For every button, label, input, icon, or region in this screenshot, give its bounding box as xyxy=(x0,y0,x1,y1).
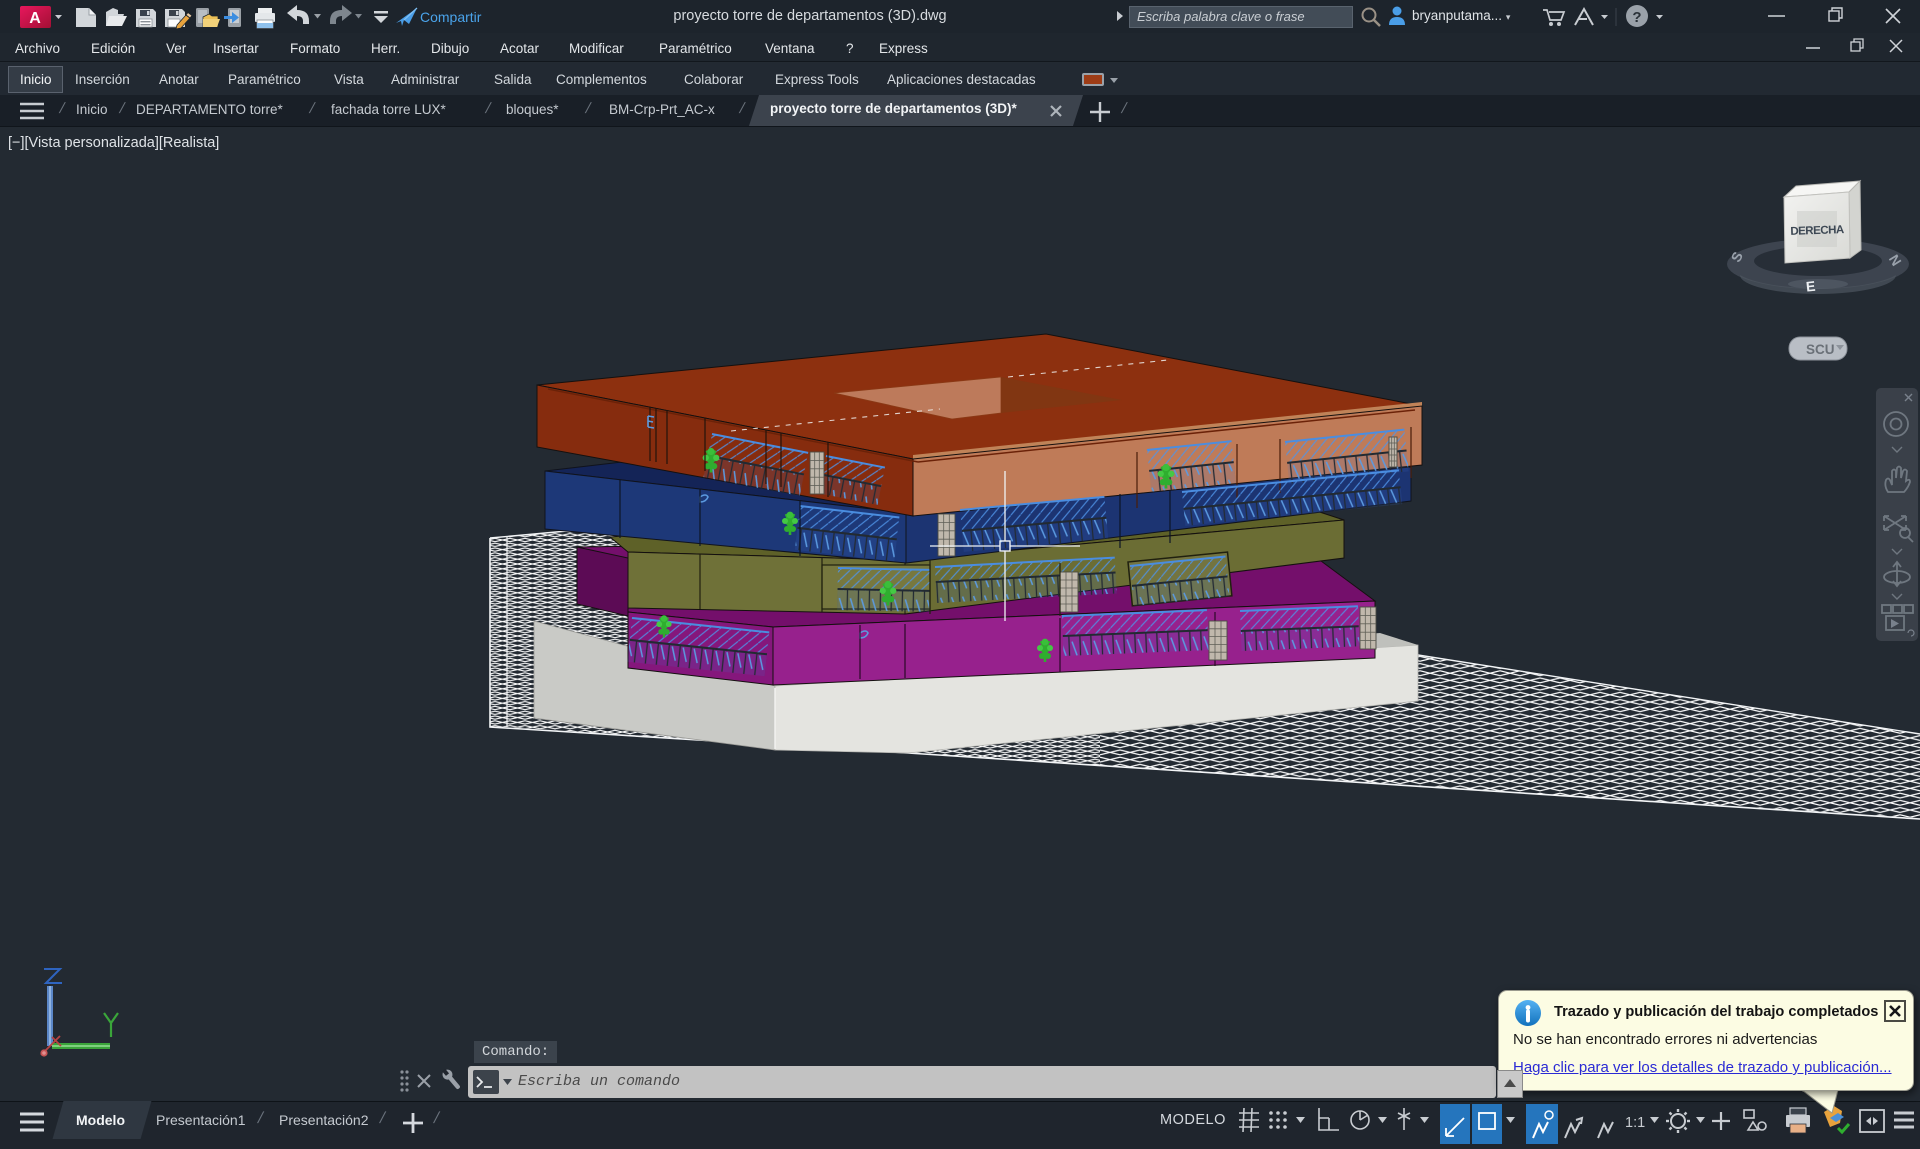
svg-text:?: ? xyxy=(1632,9,1641,26)
svg-text:1:1: 1:1 xyxy=(1625,1115,1645,1131)
svg-text:SCU: SCU xyxy=(1806,342,1835,357)
svg-text:DERECHA: DERECHA xyxy=(1790,224,1844,238)
svg-text:E: E xyxy=(1805,278,1816,295)
svg-text:A: A xyxy=(29,10,41,27)
